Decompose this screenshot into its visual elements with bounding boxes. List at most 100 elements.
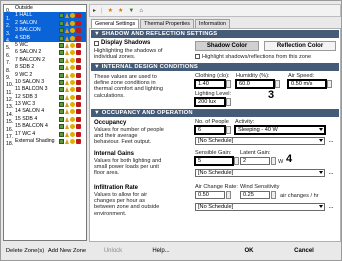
shadow-icon[interactable] <box>65 72 69 78</box>
zone-list-item[interactable]: 13.13 WC 3 <box>4 101 86 110</box>
light-icon[interactable] <box>70 57 75 63</box>
visibility-icon[interactable] <box>76 131 81 137</box>
light-icon[interactable] <box>70 102 75 108</box>
air-speed-field[interactable]: 0.50 m/s <box>287 79 327 89</box>
shadow-color-button[interactable]: Shadow Color <box>195 41 259 51</box>
arrow-right-icon[interactable]: ▸ <box>93 6 96 16</box>
shadow-icon[interactable] <box>65 116 69 122</box>
shadow-icon[interactable] <box>65 87 69 93</box>
light-icon[interactable] <box>70 79 75 85</box>
light-icon[interactable] <box>70 116 75 122</box>
latent-field[interactable]: 2 <box>240 157 270 165</box>
display-shadows-checkbox[interactable] <box>94 41 99 46</box>
light-icon[interactable] <box>70 94 75 100</box>
tab-information[interactable]: Information <box>195 19 230 28</box>
light-icon[interactable] <box>70 139 75 145</box>
light-icon[interactable] <box>70 50 75 56</box>
delete-zones-button[interactable]: Delete Zone(s) <box>5 245 45 258</box>
light-icon[interactable] <box>70 109 75 115</box>
shadow-icon[interactable] <box>65 102 69 108</box>
zone-list-item[interactable]: 15.15 SDB 4 <box>4 116 86 125</box>
zone-color-icon[interactable] <box>59 109 64 115</box>
zone-list-item[interactable]: 12.12 SDB 3 <box>4 94 86 103</box>
light-icon[interactable] <box>70 35 75 41</box>
lighting-spinner[interactable] <box>226 98 231 106</box>
zone-color-icon[interactable] <box>59 116 64 122</box>
visibility-icon[interactable] <box>76 35 81 41</box>
cancel-button[interactable]: Cancel <box>279 245 329 258</box>
light-icon[interactable] <box>70 72 75 78</box>
clothing-field[interactable]: 1.40 <box>194 79 226 89</box>
zone-list-item[interactable]: 0.Outside <box>4 5 86 14</box>
zone-list-item[interactable]: 1.1 HALL <box>4 12 86 22</box>
reflection-color-button[interactable]: Reflection Color <box>264 41 336 51</box>
visibility-icon[interactable] <box>76 109 81 115</box>
ach-field[interactable]: 0.50 <box>195 191 225 199</box>
ach-spinner[interactable] <box>226 191 231 199</box>
zone-list[interactable]: 0.Outside1.1 HALL2.2 SALON3.3 BALCON4.4 … <box>3 4 87 241</box>
visibility-icon[interactable] <box>76 94 81 100</box>
visibility-icon[interactable] <box>76 87 81 93</box>
sensible-field[interactable]: 5 <box>194 156 234 166</box>
gains-schedule-edit-button[interactable]: … <box>328 169 334 177</box>
shadow-icon[interactable] <box>65 109 69 115</box>
zone-color-icon[interactable] <box>59 139 64 145</box>
visibility-icon[interactable] <box>76 139 81 145</box>
zone-list-item[interactable]: 17.17 WC 4 <box>4 131 86 140</box>
light-icon[interactable] <box>70 131 75 137</box>
star-icon[interactable]: ★ <box>118 6 123 16</box>
ok-button[interactable]: OK <box>233 245 265 258</box>
shadow-icon[interactable] <box>65 13 69 19</box>
zone-list-item[interactable]: 8.8 SDB 2 <box>4 64 86 74</box>
zone-color-icon[interactable] <box>59 94 64 100</box>
infiltration-schedule-dropdown[interactable]: [No Schedule] <box>195 203 325 211</box>
zone-list-item[interactable]: 5.5 WC <box>4 42 86 51</box>
shadow-icon[interactable] <box>65 131 69 137</box>
visibility-icon[interactable] <box>76 124 81 130</box>
zone-color-icon[interactable] <box>59 28 64 34</box>
zone-list-item[interactable]: 2.2 SALON <box>4 19 86 29</box>
zone-color-icon[interactable] <box>59 57 64 63</box>
shadow-icon[interactable] <box>65 57 69 63</box>
zone-color-icon[interactable] <box>59 65 64 71</box>
visibility-icon[interactable] <box>76 13 81 19</box>
help-button[interactable]: Help... <box>141 245 181 258</box>
zone-list-item[interactable]: 14.14 SALON 4 <box>4 108 86 118</box>
infiltration-schedule-edit-button[interactable]: … <box>328 203 334 211</box>
visibility-icon[interactable] <box>76 116 81 122</box>
zone-color-icon[interactable] <box>59 87 64 93</box>
tab-thermal-properties[interactable]: Thermal Properties <box>140 19 194 28</box>
visibility-icon[interactable] <box>76 65 81 71</box>
zone-color-icon[interactable] <box>59 13 64 19</box>
zone-list-item[interactable]: 7.7 BALCON 2 <box>4 57 86 66</box>
light-icon[interactable] <box>70 65 75 71</box>
lighting-field[interactable]: 200 lux <box>194 97 226 107</box>
visibility-icon[interactable] <box>76 72 81 78</box>
highlight-checkbox[interactable] <box>195 54 200 59</box>
zone-list-item[interactable]: 4.4 SDB <box>4 34 86 44</box>
shadow-icon[interactable] <box>65 28 69 34</box>
zone-color-icon[interactable] <box>59 50 64 56</box>
zone-list-item[interactable]: 10.10 SALON 3 <box>4 79 86 88</box>
wind-spinner[interactable] <box>271 191 276 199</box>
people-spinner[interactable] <box>226 126 231 134</box>
latent-spinner[interactable] <box>271 157 276 165</box>
air-speed-spinner[interactable] <box>327 80 332 88</box>
shadow-icon[interactable] <box>65 79 69 85</box>
occupancy-schedule-dropdown[interactable]: [No Schedule] <box>195 137 325 145</box>
wind-field[interactable]: 0.25 <box>240 191 270 199</box>
zone-color-icon[interactable] <box>59 20 64 26</box>
zone-list-item[interactable]: 16.15 BALCON 4 <box>4 123 86 133</box>
zone-color-icon[interactable] <box>59 102 64 108</box>
activity-dropdown[interactable]: Sleeping - 40 W <box>234 125 326 135</box>
shadow-icon[interactable] <box>65 42 69 48</box>
zone-list-item[interactable]: 9.9 WC 2 <box>4 72 86 81</box>
visibility-icon[interactable] <box>76 28 81 34</box>
clothing-spinner[interactable] <box>226 80 231 88</box>
shadow-icon[interactable] <box>65 20 69 26</box>
tab-general-settings[interactable]: General Settings <box>91 19 140 28</box>
occupancy-schedule-edit-button[interactable]: … <box>328 137 334 145</box>
light-icon[interactable] <box>70 20 75 26</box>
sensible-spinner[interactable] <box>234 157 239 165</box>
visibility-icon[interactable] <box>76 102 81 108</box>
